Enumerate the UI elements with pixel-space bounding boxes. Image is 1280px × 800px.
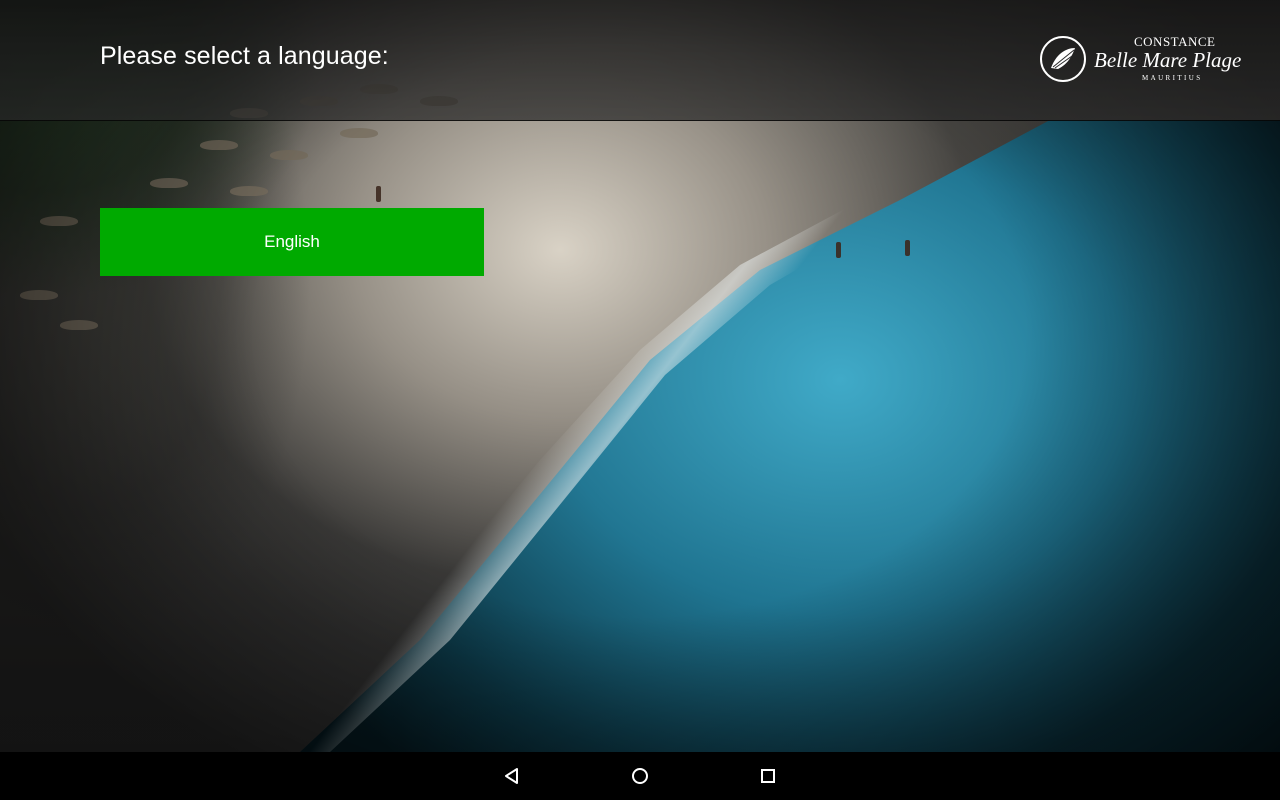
back-triangle-icon[interactable]	[500, 764, 524, 788]
hotel-logo: CONSTANCE Belle Mare Plage MAURITIUS	[1040, 34, 1265, 88]
page-title: Please select a language:	[100, 42, 389, 70]
logo-location-text: MAURITIUS	[1142, 74, 1203, 82]
home-circle-icon[interactable]	[628, 764, 652, 788]
language-button-english[interactable]: English	[100, 208, 484, 276]
android-nav-bar	[0, 752, 1280, 800]
app-screen: Please select a language: CONSTANCE Bell…	[0, 0, 1280, 800]
logo-hotel-name: Belle Mare Plage	[1094, 48, 1242, 72]
header-bar: Please select a language: CONSTANCE Bell…	[0, 0, 1280, 121]
recents-square-icon[interactable]	[756, 764, 780, 788]
shell-emblem-icon	[1040, 36, 1086, 82]
